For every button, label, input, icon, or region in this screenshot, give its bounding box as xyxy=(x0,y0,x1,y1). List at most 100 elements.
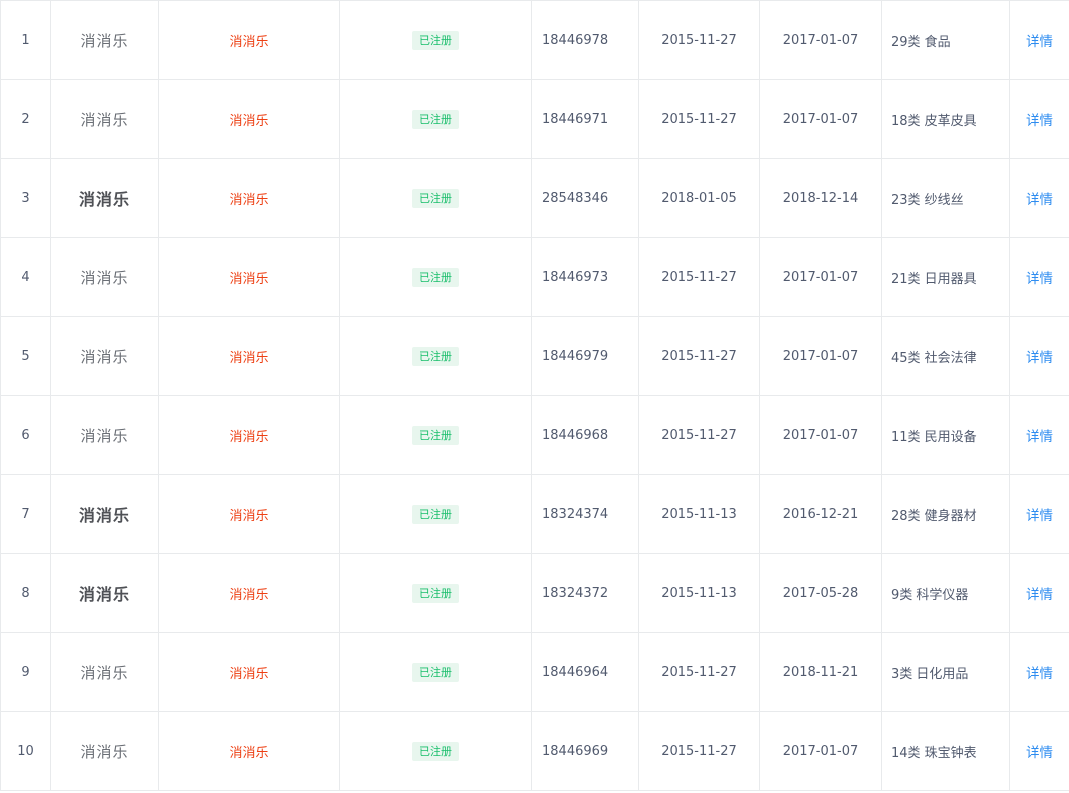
trademark-logo-image: 消消乐 xyxy=(78,585,130,604)
row-index: 10 xyxy=(0,711,51,791)
application-date-text: 2015-11-27 xyxy=(661,664,737,680)
trademark-table: 1 消消乐 消消乐 已注册 18446978 2015-11-27 2017-0… xyxy=(0,0,1069,791)
detail-link[interactable]: 详情 xyxy=(1026,271,1053,287)
trademark-name[interactable]: 消消乐 xyxy=(158,711,340,791)
status-cell: 已注册 xyxy=(339,0,532,80)
table-body: 1 消消乐 消消乐 已注册 18446978 2015-11-27 2017-0… xyxy=(0,0,1069,791)
row-index-value: 6 xyxy=(21,427,30,443)
trademark-name[interactable]: 消消乐 xyxy=(158,316,340,396)
registration-number-text: 18446978 xyxy=(542,32,609,48)
status-cell: 已注册 xyxy=(339,474,532,554)
application-date: 2015-11-27 xyxy=(638,711,760,791)
status-cell: 已注册 xyxy=(339,632,532,712)
trademark-name[interactable]: 消消乐 xyxy=(158,237,340,317)
registration-number: 18446971 xyxy=(531,79,639,159)
row-index-value: 4 xyxy=(21,269,30,285)
registration-number: 18324372 xyxy=(531,553,639,633)
row-index: 1 xyxy=(0,0,51,80)
trademark-logo: 消消乐 xyxy=(50,316,159,396)
detail-link[interactable]: 详情 xyxy=(1026,587,1053,603)
detail-link[interactable]: 详情 xyxy=(1026,350,1053,366)
detail-link[interactable]: 详情 xyxy=(1026,192,1053,208)
detail-cell: 详情 xyxy=(1009,158,1069,238)
trademark-name[interactable]: 消消乐 xyxy=(158,395,340,475)
registration-number: 18446964 xyxy=(531,632,639,712)
trademark-logo: 消消乐 xyxy=(50,632,159,712)
registration-date-text: 2017-01-07 xyxy=(782,427,859,443)
trademark-name-text: 消消乐 xyxy=(229,429,269,445)
detail-cell: 详情 xyxy=(1009,316,1069,396)
application-date: 2015-11-27 xyxy=(638,316,760,396)
detail-link[interactable]: 详情 xyxy=(1026,745,1053,761)
registration-date: 2018-11-21 xyxy=(759,632,882,712)
registration-date-text: 2018-12-14 xyxy=(782,190,859,206)
application-date-text: 2015-11-13 xyxy=(661,506,737,522)
registration-date-text: 2018-11-21 xyxy=(782,664,859,680)
registration-number: 18446968 xyxy=(531,395,639,475)
table-row: 3 消消乐 消消乐 已注册 28548346 2018-01-05 2018-1… xyxy=(0,158,1069,238)
status-badge: 已注册 xyxy=(412,504,459,524)
registration-date: 2017-01-07 xyxy=(759,79,882,159)
registration-date: 2017-01-07 xyxy=(759,237,882,317)
registration-date-text: 2017-01-07 xyxy=(782,743,859,759)
trademark-name[interactable]: 消消乐 xyxy=(158,553,340,633)
status-badge: 已注册 xyxy=(412,741,459,761)
detail-cell: 详情 xyxy=(1009,79,1069,159)
trademark-logo: 消消乐 xyxy=(50,474,159,554)
detail-link[interactable]: 详情 xyxy=(1026,113,1053,129)
registration-number: 18446979 xyxy=(531,316,639,396)
detail-link[interactable]: 详情 xyxy=(1026,666,1053,682)
trademark-name[interactable]: 消消乐 xyxy=(158,632,340,712)
status-badge: 已注册 xyxy=(412,425,459,445)
status-cell: 已注册 xyxy=(339,395,532,475)
detail-cell: 详情 xyxy=(1009,0,1069,80)
application-date-text: 2015-11-27 xyxy=(661,427,737,443)
registration-number-text: 18446964 xyxy=(542,664,609,680)
application-date: 2015-11-27 xyxy=(638,0,760,80)
table-row: 7 消消乐 消消乐 已注册 18324374 2015-11-13 2016-1… xyxy=(0,474,1069,554)
registration-number-text: 18324372 xyxy=(542,585,609,601)
application-date-text: 2015-11-27 xyxy=(661,269,737,285)
registration-date-text: 2017-01-07 xyxy=(782,269,859,285)
application-date: 2018-01-05 xyxy=(638,158,760,238)
detail-cell: 详情 xyxy=(1009,711,1069,791)
row-index: 8 xyxy=(0,553,51,633)
trademark-class: 23类 纱线丝 xyxy=(881,158,1010,238)
registration-number-text: 18446969 xyxy=(542,743,609,759)
trademark-class: 29类 食品 xyxy=(881,0,1010,80)
row-index-value: 3 xyxy=(21,190,30,206)
row-index: 5 xyxy=(0,316,51,396)
status-badge: 已注册 xyxy=(412,583,459,603)
registration-date: 2016-12-21 xyxy=(759,474,882,554)
application-date-text: 2015-11-13 xyxy=(661,585,737,601)
registration-number: 18446969 xyxy=(531,711,639,791)
trademark-name[interactable]: 消消乐 xyxy=(158,474,340,554)
detail-link[interactable]: 详情 xyxy=(1026,508,1053,524)
registration-number-text: 18446979 xyxy=(542,348,609,364)
trademark-logo-image: 消消乐 xyxy=(80,347,129,366)
status-cell: 已注册 xyxy=(339,711,532,791)
trademark-class: 18类 皮革皮具 xyxy=(881,79,1010,159)
trademark-logo-image: 消消乐 xyxy=(78,190,130,209)
trademark-class: 21类 日用器具 xyxy=(881,237,1010,317)
trademark-logo-image: 消消乐 xyxy=(80,110,129,129)
status-cell: 已注册 xyxy=(339,553,532,633)
trademark-name[interactable]: 消消乐 xyxy=(158,79,340,159)
trademark-logo-image: 消消乐 xyxy=(80,31,129,50)
trademark-name-text: 消消乐 xyxy=(229,745,269,761)
trademark-name[interactable]: 消消乐 xyxy=(158,158,340,238)
registration-number-text: 18446973 xyxy=(542,269,609,285)
table-row: 5 消消乐 消消乐 已注册 18446979 2015-11-27 2017-0… xyxy=(0,316,1069,396)
trademark-name[interactable]: 消消乐 xyxy=(158,0,340,80)
row-index-value: 5 xyxy=(21,348,30,364)
application-date: 2015-11-13 xyxy=(638,553,760,633)
table-row: 2 消消乐 消消乐 已注册 18446971 2015-11-27 2017-0… xyxy=(0,79,1069,159)
trademark-class: 14类 珠宝钟表 xyxy=(881,711,1010,791)
registration-date-text: 2017-05-28 xyxy=(782,585,859,601)
registration-number: 28548346 xyxy=(531,158,639,238)
trademark-logo-image: 消消乐 xyxy=(78,506,130,525)
detail-link[interactable]: 详情 xyxy=(1026,34,1053,50)
detail-link[interactable]: 详情 xyxy=(1026,429,1053,445)
registration-number-text: 18446971 xyxy=(542,111,609,127)
trademark-logo: 消消乐 xyxy=(50,158,159,238)
